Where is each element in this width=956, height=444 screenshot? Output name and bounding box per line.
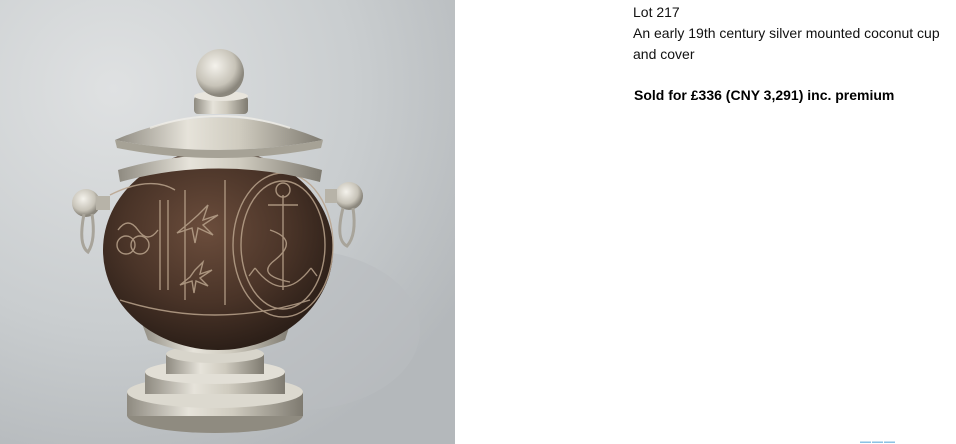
lot-info-panel: Lot 217 An early 19th century silver mou… — [633, 2, 953, 106]
bottom-link-fragment: ——— — [860, 437, 896, 444]
sold-price: Sold for £336 (CNY 3,291) inc. premium — [634, 87, 895, 103]
coconut-cup-image — [0, 0, 455, 444]
bottom-link-partial[interactable]: ——— — [860, 437, 930, 444]
lot-photo[interactable] — [0, 0, 455, 444]
lot-number: Lot 217 — [633, 4, 680, 20]
lot-description: An early 19th century silver mounted coc… — [633, 25, 940, 62]
